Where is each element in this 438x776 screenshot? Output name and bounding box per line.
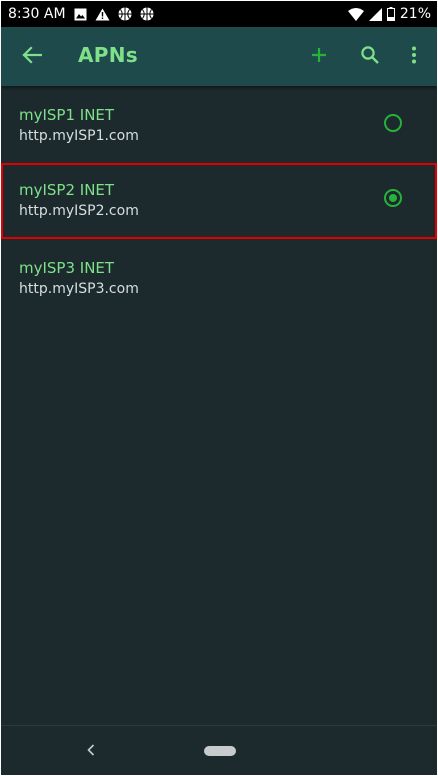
radio-selected-dot (389, 194, 397, 202)
more-options-button[interactable] (400, 43, 428, 71)
back-arrow-icon (22, 46, 43, 68)
search-button[interactable] (356, 43, 384, 71)
apn-name: myISP2 INET (19, 181, 115, 199)
cell-signal-icon (368, 7, 382, 21)
apn-name: myISP1 INET (19, 106, 115, 124)
status-bar: 8:30 AM 21% (1, 1, 437, 27)
add-apn-button[interactable] (305, 43, 333, 71)
more-vert-icon (411, 46, 417, 68)
navigation-bar (1, 726, 437, 775)
battery-icon (386, 7, 395, 21)
status-time: 8:30 AM (8, 6, 66, 22)
battery-percent: 21% (399, 6, 431, 22)
chevron-left-icon (87, 741, 95, 760)
image-icon (74, 8, 87, 21)
apn-radio-button[interactable] (384, 114, 402, 132)
nav-back-button[interactable] (81, 740, 101, 760)
search-icon (360, 45, 380, 69)
back-button[interactable] (18, 43, 46, 71)
apn-url: http.myISP2.com (19, 203, 139, 219)
add-icon (311, 47, 327, 67)
warning-icon (95, 8, 110, 21)
basketball-icon (118, 7, 132, 21)
apn-radio-button[interactable] (384, 189, 402, 207)
nav-home-pill[interactable] (204, 746, 236, 756)
wifi-icon (347, 7, 364, 21)
page-title: APNs (78, 43, 138, 67)
app-bar: APNs (1, 27, 437, 86)
apn-settings-screen: 8:30 AM 21% APNs myISP1 INET http.myISP1… (1, 1, 437, 775)
list-item[interactable]: myISP3 INET http.myISP3.com (1, 239, 437, 315)
list-item-selected[interactable]: myISP2 INET http.myISP2.com (1, 163, 437, 239)
apn-url: http.myISP3.com (19, 281, 139, 297)
apn-name: myISP3 INET (19, 259, 115, 277)
apn-url: http.myISP1.com (19, 128, 139, 144)
list-item[interactable]: myISP1 INET http.myISP1.com (1, 86, 437, 162)
basketball-icon (140, 7, 154, 21)
